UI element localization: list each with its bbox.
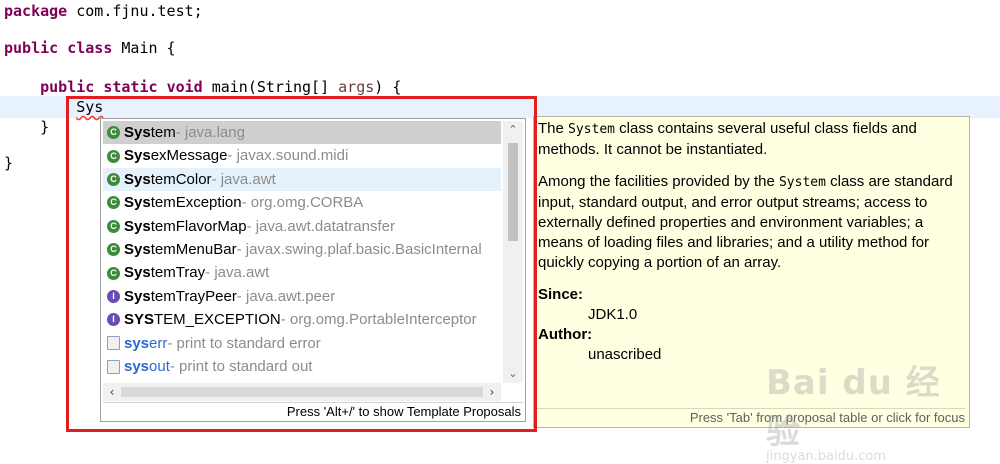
watermark-url: jingyan.baidu.com <box>766 449 886 464</box>
doc-paragraph-1: The System class contains several useful… <box>538 119 964 160</box>
code-line-package: package com.fjnu.test; <box>4 0 203 22</box>
doc-since-label: Since: <box>538 286 584 303</box>
code-line-main: public static void main(String[] args) { <box>4 76 401 98</box>
code-text: ) { <box>374 78 402 96</box>
code-line-close-class: } <box>4 154 14 172</box>
doc-since-value: JDK1.0 <box>588 306 638 323</box>
doc-code: System <box>568 122 615 137</box>
keyword: public <box>4 39 59 57</box>
javadoc-body: The System class contains several useful… <box>538 119 964 365</box>
code-text: Main { <box>112 39 176 57</box>
keyword: static <box>103 78 158 96</box>
parameter-name: args <box>338 78 375 96</box>
code-text: com.fjnu.test; <box>67 2 203 20</box>
keyword: public <box>40 78 95 96</box>
doc-author-label: Author: <box>538 326 593 343</box>
code-line-close-method: } <box>4 118 50 136</box>
doc-text: The <box>538 120 569 137</box>
watermark-logo-text: Bai du 经验 <box>766 363 941 452</box>
keyword: class <box>67 39 113 57</box>
doc-text: Among the facilities provided by the <box>538 173 779 190</box>
code-line-class: public class Main { <box>4 37 176 59</box>
keyword: package <box>4 2 68 20</box>
code-text: main(String[] <box>202 78 339 96</box>
baidu-watermark: Bai du 经验 jingyan.baidu.com <box>766 355 966 464</box>
keyword: void <box>166 78 203 96</box>
annotation-red-box <box>66 96 537 432</box>
doc-code: System <box>778 175 826 190</box>
doc-paragraph-2: Among the facilities provided by the Sys… <box>538 172 964 273</box>
